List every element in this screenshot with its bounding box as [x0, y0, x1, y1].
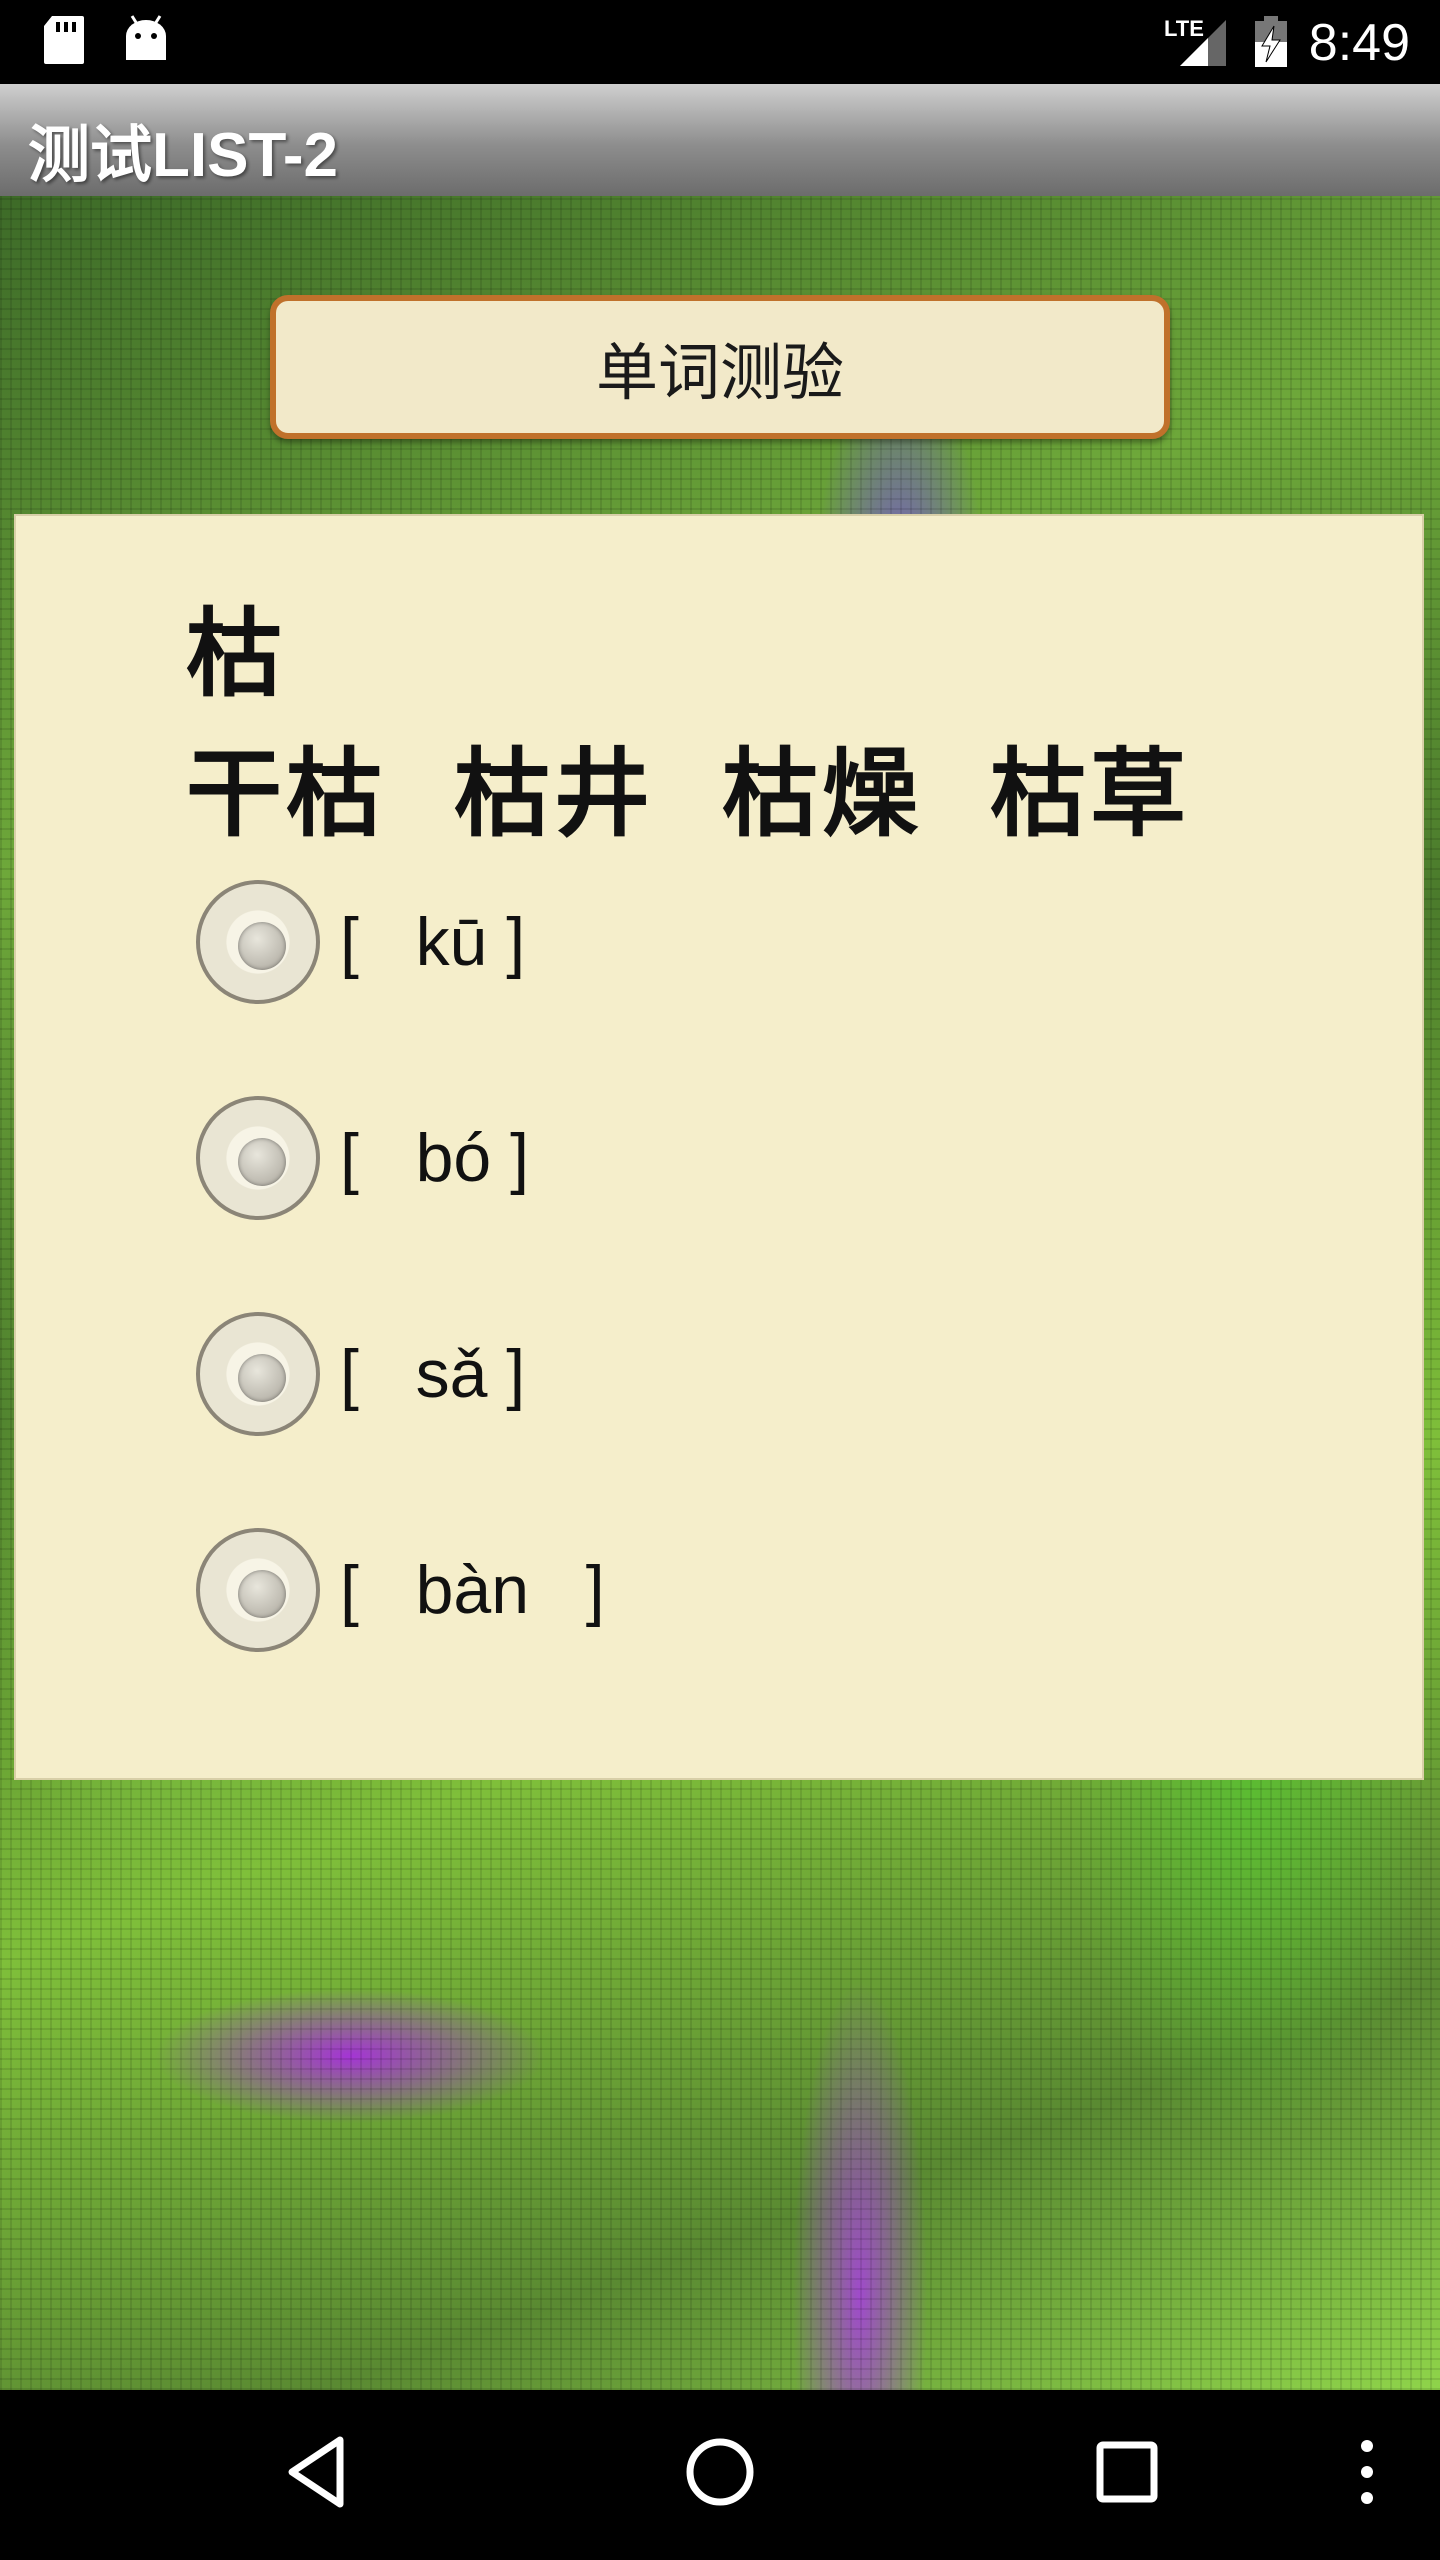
option-label: [ kū ] [340, 904, 526, 980]
example-word: 枯草 [990, 737, 1190, 850]
word-quiz-label: 单词测验 [595, 336, 844, 409]
home-icon[interactable] [680, 2432, 760, 2512]
page-title: 测试LIST-2 [28, 121, 339, 190]
example-words: 干枯 枯井 枯燥 枯草 [186, 716, 1190, 855]
example-word: 枯燥 [722, 737, 922, 850]
action-bar: 测试LIST-2 [0, 84, 1440, 196]
clock: 8:49 [1308, 14, 1410, 72]
radio-button[interactable] [196, 1096, 320, 1220]
menu-icon[interactable] [1352, 2432, 1382, 2512]
radio-button[interactable] [196, 880, 320, 1004]
radio-indicator [238, 1354, 286, 1402]
back-icon[interactable] [282, 2432, 350, 2512]
radio-indicator [238, 1570, 286, 1618]
sd-card-icon [44, 16, 84, 64]
radio-indicator [238, 922, 286, 970]
status-bar: LTE 8:49 [0, 0, 1440, 84]
option-label: [ bàn ] [340, 1552, 605, 1628]
android-icon [126, 15, 166, 60]
signal-icon [1180, 20, 1226, 66]
option-label: [ bó ] [340, 1120, 529, 1196]
example-word: 干枯 [186, 737, 386, 850]
example-word: 枯井 [454, 737, 654, 850]
question-character: 枯 [186, 597, 282, 710]
answer-option-1[interactable]: [ kū ] [196, 872, 525, 1012]
radio-button[interactable] [196, 1312, 320, 1436]
radio-button[interactable] [196, 1528, 320, 1652]
option-label: [ sǎ ] [340, 1336, 526, 1412]
quiz-card: 枯 干枯 枯井 枯燥 枯草 [ kū ] [ bó ] [ sǎ ] [ bàn… [14, 514, 1424, 1780]
recents-icon[interactable] [1092, 2432, 1162, 2512]
battery-charging-icon [1255, 16, 1287, 67]
answer-option-3[interactable]: [ sǎ ] [196, 1304, 525, 1444]
radio-indicator [238, 1138, 286, 1186]
answer-option-4[interactable]: [ bàn ] [196, 1520, 605, 1660]
navigation-bar [0, 2390, 1440, 2560]
answer-option-2[interactable]: [ bó ] [196, 1088, 529, 1228]
word-quiz-button[interactable]: 单词测验 [270, 295, 1170, 439]
